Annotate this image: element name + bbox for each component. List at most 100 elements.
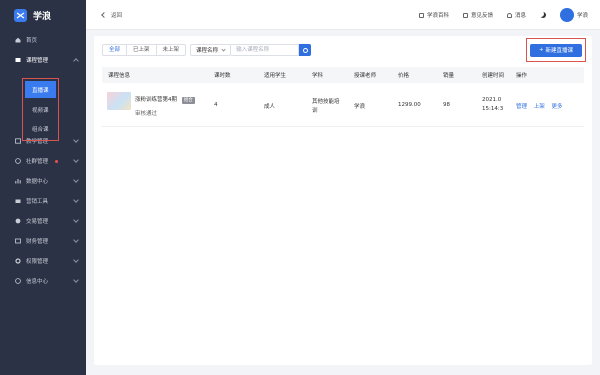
- col-subject: 学科: [312, 73, 324, 79]
- gear-icon: [15, 258, 21, 264]
- col-lessons: 课时数: [214, 73, 231, 79]
- submenu-item-live[interactable]: 直播课: [25, 81, 56, 98]
- wiki-label: 学浪百科: [426, 13, 449, 19]
- lessons-value: 4: [214, 102, 218, 108]
- submenu-item-video[interactable]: 视频课: [23, 100, 58, 119]
- sidebar-item-label: 交易管理: [26, 219, 49, 225]
- col-course-info: 课程信息: [108, 73, 131, 79]
- app-logo[interactable]: 学浪: [0, 0, 86, 30]
- finance-icon: [15, 238, 21, 244]
- course-title[interactable]: 涨粉训练营第4期: [135, 97, 177, 103]
- chevron-down-icon: [73, 237, 79, 243]
- info-icon: [15, 278, 21, 284]
- app-name: 学浪: [33, 11, 52, 22]
- notification-dot: [55, 159, 59, 163]
- course-submenu: 直播课 视频课 组合课: [22, 78, 59, 141]
- course-icon: [15, 57, 21, 63]
- chevron-down-icon: [73, 157, 79, 163]
- new-live-course-button[interactable]: + 新建直播课: [530, 43, 582, 57]
- sidebar-item-label: 信息中心: [26, 279, 49, 285]
- status-tabs: 全部 已上架 未上架: [102, 44, 187, 56]
- avatar: [559, 8, 574, 22]
- sidebar-item-data[interactable]: 数据中心: [0, 171, 86, 191]
- chevron-left-icon: [101, 11, 107, 18]
- sidebar-item-permission[interactable]: 权限管理: [0, 251, 86, 271]
- feedback-label: 意见反馈: [470, 13, 493, 19]
- sidebar-item-info[interactable]: 信息中心: [0, 271, 86, 291]
- home-icon: [15, 37, 21, 43]
- feedback-icon: [462, 12, 468, 18]
- tab-listed[interactable]: 已上架: [127, 45, 157, 55]
- sidebar-item-label: 营销工具: [26, 199, 49, 205]
- sidebar-item-trade[interactable]: 交易管理: [0, 211, 86, 231]
- col-price: 价格: [398, 73, 410, 79]
- chevron-down-icon: [73, 177, 79, 183]
- new-button-highlight: + 新建直播课: [526, 38, 586, 62]
- chevron-down-icon: [221, 46, 226, 52]
- back-label: 返回: [111, 12, 123, 19]
- review-status: 审核通过: [135, 111, 158, 117]
- book-icon: [418, 12, 424, 18]
- wiki-link[interactable]: 学浪百科: [418, 11, 449, 19]
- messages-label: 消息: [514, 13, 526, 19]
- sidebar-item-marketing[interactable]: 营销工具: [0, 191, 86, 211]
- subject-value: 其他技能培: [312, 99, 340, 105]
- students-value: 成人: [264, 104, 276, 110]
- chevron-down-icon: [73, 197, 79, 203]
- chart-icon: [15, 178, 21, 184]
- col-sales: 销量: [443, 73, 455, 79]
- sidebar-item-finance[interactable]: 财务管理: [0, 231, 86, 251]
- table-row: 涨粉训练营第4期 组合 审核通过 4 成人 其他技能培 训 学浪 1299.00…: [102, 83, 584, 127]
- chevron-down-icon: [73, 217, 79, 223]
- search-input[interactable]: [231, 44, 300, 56]
- new-button-label: 新建直播课: [545, 48, 574, 54]
- sidebar-item-label: 财务管理: [26, 239, 49, 245]
- created-time: 15:14:3: [482, 106, 504, 112]
- chevron-down-icon: [73, 137, 79, 143]
- sidebar-item-label: 数据中心: [26, 179, 49, 185]
- submenu-item-bundle[interactable]: 组合课: [23, 119, 58, 138]
- table-header: 课程信息 课时数 适用学生 学科 授课老师 价格 销量 创建时间 操作: [102, 67, 584, 83]
- course-title-line: 涨粉训练营第4期 组合: [135, 95, 195, 104]
- chevron-down-icon: [73, 277, 79, 283]
- chevron-up-icon: [73, 58, 79, 64]
- back-button[interactable]: 返回: [101, 11, 123, 19]
- search-field-select[interactable]: 课程名称: [190, 44, 232, 56]
- teacher-value: 学浪: [354, 104, 366, 110]
- submenu-label: 直播课: [32, 87, 49, 94]
- sidebar-item-course[interactable]: 课程管理: [0, 50, 86, 70]
- sidebar-item-home[interactable]: 首页: [0, 30, 86, 50]
- select-value: 课程名称: [196, 48, 219, 54]
- course-thumbnail[interactable]: [107, 92, 131, 110]
- feedback-link[interactable]: 意见反馈: [462, 11, 493, 19]
- logo-icon: [14, 8, 27, 22]
- plus-icon: +: [538, 47, 544, 53]
- search-button[interactable]: [299, 44, 312, 56]
- tab-unlisted[interactable]: 未上架: [157, 45, 186, 55]
- sidebar-item-community[interactable]: 社群管理: [0, 151, 86, 171]
- col-teacher: 授课老师: [354, 73, 377, 79]
- submenu-label: 组合课: [32, 126, 49, 133]
- subject-value-cont: 训: [312, 108, 318, 114]
- marketing-icon: [15, 198, 21, 204]
- col-students: 适用学生: [264, 73, 287, 79]
- submenu-label: 视频课: [32, 107, 49, 114]
- user-name: 学浪: [576, 13, 588, 19]
- user-menu[interactable]: 学浪: [559, 8, 588, 22]
- more-link[interactable]: 更多: [552, 104, 563, 110]
- sales-value: 98: [443, 102, 450, 108]
- sidebar-item-label: 权限管理: [26, 259, 49, 265]
- filter-bar: 全部 已上架 未上架 课程名称: [102, 44, 312, 56]
- teaching-icon: [15, 138, 21, 144]
- sidebar: 学浪 首页 课程管理 教学管理 社群管理 数据中心 营销工具 交易管理 财务管理…: [0, 0, 86, 375]
- moon-icon[interactable]: [540, 12, 546, 18]
- community-icon: [15, 158, 21, 164]
- col-actions: 操作: [516, 73, 528, 79]
- publish-link[interactable]: 上架: [534, 104, 545, 110]
- tab-all[interactable]: 全部: [103, 45, 128, 55]
- created-date: 2021.0: [482, 97, 502, 103]
- messages-link[interactable]: 消息: [506, 11, 526, 19]
- sidebar-item-label: 社群管理: [26, 159, 49, 165]
- manage-link[interactable]: 管理: [516, 104, 527, 110]
- top-bar: 返回 学浪百科 意见反馈 消息 学浪: [86, 0, 600, 30]
